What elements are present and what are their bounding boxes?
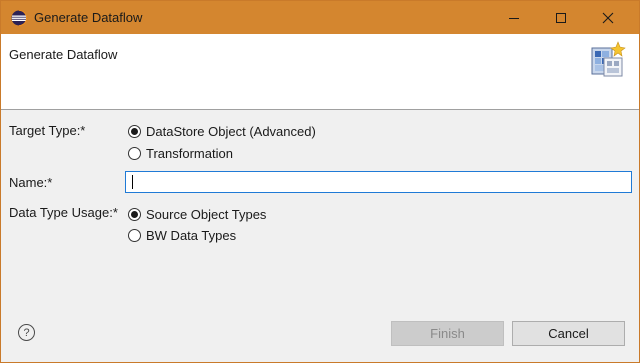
target-type-label: Target Type:* xyxy=(9,123,86,138)
radio-transformation[interactable]: Transformation xyxy=(128,145,233,161)
cancel-button[interactable]: Cancel xyxy=(512,321,625,346)
header-separator xyxy=(1,109,639,110)
close-button[interactable] xyxy=(585,1,631,34)
radio-source-object-types-label: Source Object Types xyxy=(146,206,267,222)
minimize-icon xyxy=(509,17,519,19)
radio-datastore-object[interactable]: DataStore Object (Advanced) xyxy=(128,123,316,139)
data-type-usage-label: Data Type Usage:* xyxy=(9,205,118,220)
finish-button[interactable]: Finish xyxy=(391,321,504,346)
radio-unchecked-indicator xyxy=(128,146,141,160)
name-label: Name:* xyxy=(9,175,53,190)
radio-unchecked-indicator xyxy=(128,228,141,242)
title-bar: Generate Dataflow xyxy=(1,1,639,34)
radio-source-object-types[interactable]: Source Object Types xyxy=(128,206,266,222)
radio-bw-data-types[interactable]: BW Data Types xyxy=(128,227,236,243)
text-caret xyxy=(132,175,133,189)
maximize-icon xyxy=(556,12,566,23)
minimize-button[interactable] xyxy=(491,1,537,34)
help-button[interactable]: ? xyxy=(18,324,35,341)
close-icon xyxy=(602,12,614,23)
wizard-header: Generate Dataflow xyxy=(1,34,639,109)
wizard-banner-icon xyxy=(591,41,626,77)
radio-bw-data-types-label: BW Data Types xyxy=(146,227,237,243)
help-icon: ? xyxy=(23,326,30,339)
radio-checked-indicator xyxy=(128,124,141,138)
radio-transformation-label: Transformation xyxy=(146,145,233,161)
radio-datastore-object-label: DataStore Object (Advanced) xyxy=(146,123,316,139)
wizard-header-title: Generate Dataflow xyxy=(9,47,118,62)
window-title: Generate Dataflow xyxy=(34,10,143,25)
maximize-button[interactable] xyxy=(538,1,584,34)
dialog-window: Generate Dataflow Generate Dataflow Targ… xyxy=(0,0,640,363)
eclipse-app-icon xyxy=(11,10,27,26)
name-input[interactable] xyxy=(125,171,632,193)
radio-checked-indicator xyxy=(128,207,141,221)
